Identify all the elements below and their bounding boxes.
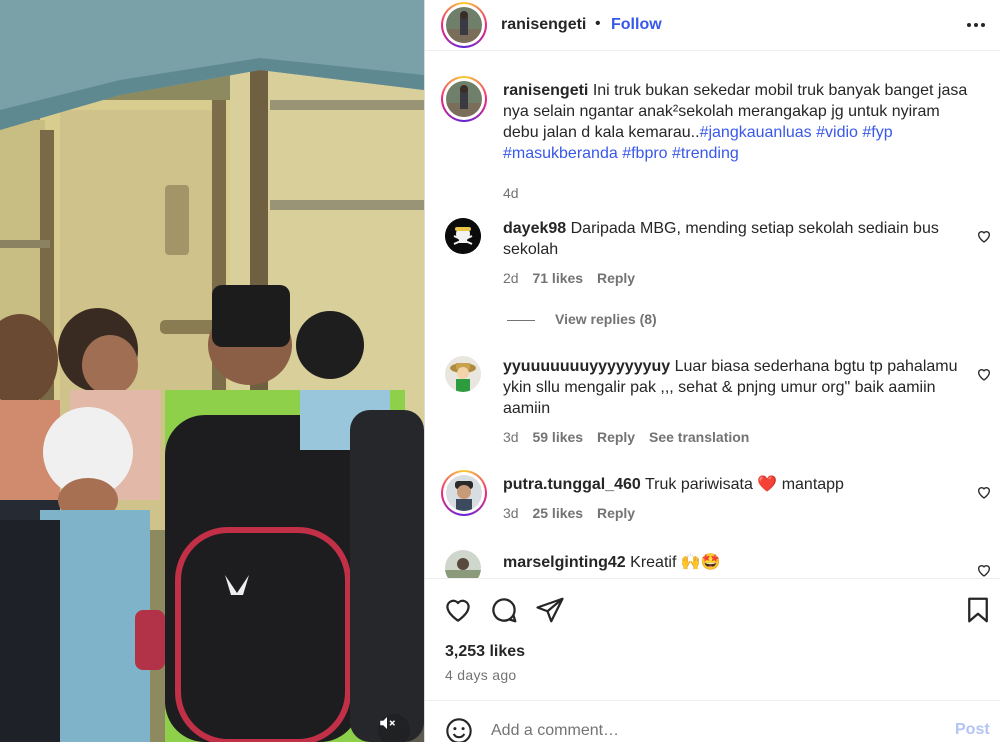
comment-text: yyuuuuuuuyyyyyyyuy Luar biasa sederhana … xyxy=(503,356,971,419)
emoji: 🙌🤩 xyxy=(680,554,721,571)
comment-likes[interactable]: 71 likes xyxy=(532,270,583,286)
comment-likes[interactable]: 59 likes xyxy=(532,429,583,445)
post-timestamp[interactable]: 4 days ago xyxy=(445,667,517,683)
comment-meta: 3d 59 likes Reply See translation xyxy=(503,429,759,445)
comment-body: Truk pariwisata xyxy=(644,476,753,493)
mute-button[interactable] xyxy=(378,714,410,742)
avatar xyxy=(446,81,482,117)
share-icon[interactable] xyxy=(535,595,565,625)
comment-age[interactable]: 2d xyxy=(503,270,519,286)
more-options-button[interactable] xyxy=(963,14,989,36)
comment-item: yyuuuuuuuyyyyyyyuy Luar biasa sederhana … xyxy=(425,350,1000,450)
comments-scroll-area[interactable]: ranisengeti Ini truk bukan sekedar mobil… xyxy=(425,62,1000,578)
video-frame xyxy=(0,0,424,742)
avatar[interactable] xyxy=(445,356,481,392)
see-translation-button[interactable]: See translation xyxy=(649,429,749,445)
reply-button[interactable]: Reply xyxy=(597,505,635,521)
author-avatar-ring[interactable] xyxy=(441,2,487,48)
comment-likes[interactable]: 25 likes xyxy=(532,505,583,521)
comment-text: marselginting42 Kreatif 🙌🤩 xyxy=(503,552,971,573)
comment-item: marselginting42 Kreatif 🙌🤩 xyxy=(425,550,1000,578)
add-comment-bar: Post xyxy=(425,700,1000,742)
replies-divider xyxy=(507,319,535,321)
view-replies-button[interactable]: View replies (8) xyxy=(507,311,657,327)
comment-like-icon[interactable] xyxy=(976,366,992,382)
comment-text: dayek98 Daripada MBG, mending setiap sek… xyxy=(503,218,971,260)
caption: ranisengeti Ini truk bukan sekedar mobil… xyxy=(425,74,1000,204)
comment-like-icon[interactable] xyxy=(976,562,992,578)
hashtag[interactable]: #fbpro xyxy=(622,145,667,162)
hashtag[interactable]: #masukberanda xyxy=(503,145,618,162)
hashtag[interactable]: #jangkauanluas xyxy=(700,124,812,141)
post-details-panel: ranisengeti • Follow ranisengeti Ini tru… xyxy=(424,0,1000,742)
caption-text: ranisengeti Ini truk bukan sekedar mobil… xyxy=(503,80,971,164)
hashtag[interactable]: #trending xyxy=(672,145,739,162)
avatar xyxy=(446,7,482,43)
comment-username[interactable]: dayek98 xyxy=(503,220,566,237)
avatar[interactable] xyxy=(445,218,481,254)
bookmark-icon[interactable] xyxy=(963,595,993,625)
comment-meta: 3d 25 likes Reply xyxy=(503,505,645,521)
comment-body: mantapp xyxy=(781,476,844,493)
post-media-video[interactable] xyxy=(0,0,424,742)
separator-dot: • xyxy=(595,15,601,32)
hashtag[interactable]: #vidio xyxy=(816,124,858,141)
caption-meta: 4d xyxy=(503,185,529,201)
caption-age[interactable]: 4d xyxy=(503,185,519,201)
comment-age[interactable]: 3d xyxy=(503,429,519,445)
comment-avatar-ring[interactable] xyxy=(441,470,487,516)
comment-icon[interactable] xyxy=(489,595,519,625)
reply-button[interactable]: Reply xyxy=(597,429,635,445)
heart-icon[interactable] xyxy=(443,595,473,625)
comment-meta: 2d 71 likes Reply xyxy=(503,270,645,286)
post-comment-button[interactable]: Post xyxy=(955,721,990,739)
comment-like-icon[interactable] xyxy=(976,228,992,244)
comment-age[interactable]: 3d xyxy=(503,505,519,521)
comment-username[interactable]: putra.tunggal_460 xyxy=(503,476,641,493)
emoji-icon[interactable] xyxy=(445,717,473,742)
caption-username[interactable]: ranisengeti xyxy=(503,82,588,99)
view-replies-label: View replies (8) xyxy=(555,311,657,327)
avatar[interactable] xyxy=(445,550,481,578)
comment-input[interactable] xyxy=(491,719,931,742)
caption-avatar-ring[interactable] xyxy=(441,76,487,122)
reply-button[interactable]: Reply xyxy=(597,270,635,286)
comment-body: Daripada MBG, mending setiap sekolah sed… xyxy=(503,220,939,258)
comment-username[interactable]: marselginting42 xyxy=(503,554,626,571)
hashtag[interactable]: #fyp xyxy=(862,124,892,141)
comment-body: Kreatif xyxy=(630,554,677,571)
follow-button[interactable]: Follow xyxy=(611,16,662,34)
comment-text: putra.tunggal_460 Truk pariwisata ❤️ man… xyxy=(503,474,971,495)
post-header: ranisengeti • Follow xyxy=(425,0,1000,51)
comment-username[interactable]: yyuuuuuuuyyyyyyyuy xyxy=(503,358,670,375)
likes-count[interactable]: 3,253 likes xyxy=(445,643,525,661)
avatar xyxy=(446,475,482,511)
comment-like-icon[interactable] xyxy=(976,484,992,500)
author-username[interactable]: ranisengeti xyxy=(501,16,586,34)
more-horizontal-icon xyxy=(966,22,986,28)
comment-item: putra.tunggal_460 Truk pariwisata ❤️ man… xyxy=(425,468,1000,548)
heart-emoji: ❤️ xyxy=(757,476,778,493)
